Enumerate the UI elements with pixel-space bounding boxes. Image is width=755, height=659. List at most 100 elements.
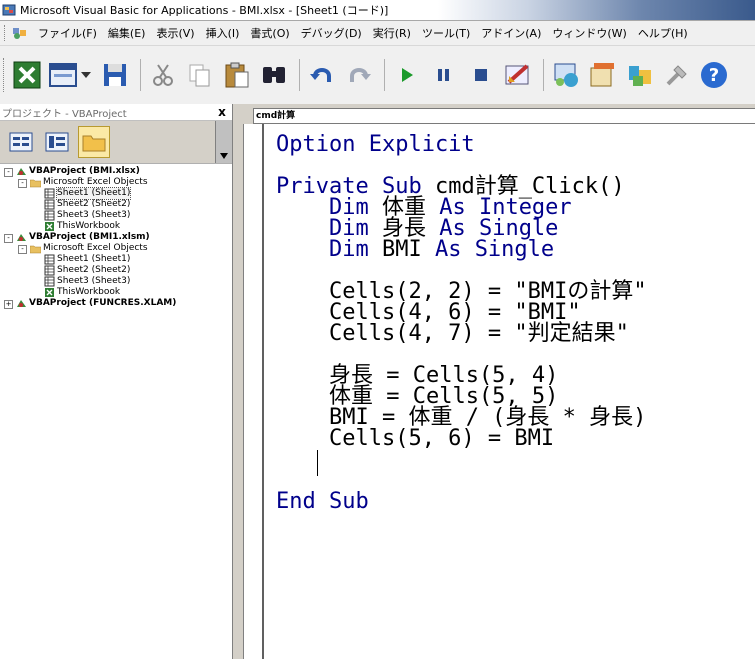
toolbar-separator <box>140 59 141 91</box>
run-icon[interactable] <box>390 58 424 92</box>
tree-node-label[interactable]: VBAProject (BMI1.xlsm) <box>29 232 150 243</box>
tree-node[interactable]: ThisWorkbook <box>0 221 232 232</box>
menu-item-3[interactable]: 挿入(I) <box>202 25 244 41</box>
code-window: cmd計算 Option Explicit Private Sub cmd計算_C… <box>233 104 755 659</box>
tree-node[interactable]: - VBAProject (BMI1.xlsm) <box>0 232 232 243</box>
code-line[interactable] <box>276 470 647 491</box>
project-explorer-icon[interactable] <box>549 58 583 92</box>
menu-item-0[interactable]: ファイル(F) <box>34 25 101 41</box>
code-line[interactable]: Dim 体重 As Integer <box>276 197 647 219</box>
design-mode-icon[interactable] <box>501 58 535 92</box>
menubar-grip[interactable] <box>4 25 8 41</box>
tree-node[interactable]: + VBAProject (FUNCRES.XLAM) <box>0 298 232 309</box>
paste-icon[interactable] <box>220 58 254 92</box>
project-panel-toolbar <box>0 121 232 164</box>
code-line[interactable] <box>276 260 647 281</box>
project-panel-title: プロジェクト - VBAProject <box>2 108 127 120</box>
properties-icon[interactable] <box>586 58 620 92</box>
view-object-icon[interactable] <box>42 127 72 157</box>
tree-node[interactable]: - VBAProject (BMI.xlsx) <box>0 166 232 177</box>
expand-icon[interactable]: + <box>4 300 13 309</box>
menu-item-8[interactable]: アドイン(A) <box>477 25 545 41</box>
break-icon[interactable] <box>427 58 461 92</box>
tree-node-label[interactable]: Microsoft Excel Objects <box>43 243 148 254</box>
tree-node[interactable]: Sheet2 (Sheet2) <box>0 265 232 276</box>
tree-node-label[interactable]: Sheet2 (Sheet2) <box>57 199 130 210</box>
tree-node[interactable]: Sheet2 (Sheet2) <box>0 199 232 210</box>
menu-item-7[interactable]: ツール(T) <box>418 25 474 41</box>
copy-icon[interactable] <box>183 58 217 92</box>
tree-node-label[interactable]: Microsoft Excel Objects <box>43 177 148 188</box>
reset-icon[interactable] <box>464 58 498 92</box>
menu-item-6[interactable]: 実行(R) <box>369 25 415 41</box>
code-line[interactable]: Dim 身長 As Single <box>276 218 647 240</box>
tree-node[interactable]: ThisWorkbook <box>0 287 232 298</box>
tree-node-label[interactable]: VBAProject (FUNCRES.XLAM) <box>29 298 176 309</box>
tree-node-label[interactable]: Sheet2 (Sheet2) <box>57 265 130 276</box>
tree-node-label[interactable]: ThisWorkbook <box>57 287 120 298</box>
code-editor[interactable]: Option Explicit Private Sub cmd計算_Click()… <box>243 124 755 659</box>
tree-node-label[interactable]: Sheet3 (Sheet3) <box>57 276 130 287</box>
find-icon[interactable] <box>257 58 291 92</box>
tree-node[interactable]: Sheet3 (Sheet3) <box>0 276 232 287</box>
toolbox-icon[interactable] <box>660 58 694 92</box>
excel-icon[interactable] <box>10 58 44 92</box>
vba-app-icon[interactable] <box>2 3 16 17</box>
undo-icon[interactable] <box>305 58 339 92</box>
tree-node[interactable]: - Microsoft Excel Objects <box>0 177 232 188</box>
code-text[interactable]: Option Explicit Private Sub cmd計算_Click()… <box>276 134 647 514</box>
code-line[interactable]: Dim BMI As Single <box>276 239 647 261</box>
margin-indicator-bar[interactable] <box>244 124 264 659</box>
tree-node-label[interactable]: Sheet3 (Sheet3) <box>57 210 130 221</box>
code-line[interactable] <box>276 155 647 176</box>
collapse-icon[interactable]: - <box>18 245 27 254</box>
panel-toolbar-scroll[interactable] <box>215 121 232 163</box>
toolbar-grip[interactable] <box>3 58 7 92</box>
collapse-icon[interactable]: - <box>4 168 13 177</box>
collapse-icon[interactable]: - <box>4 234 13 243</box>
code-line[interactable]: Cells(5, 6) = BMI <box>276 428 647 450</box>
close-icon[interactable]: x <box>215 105 229 119</box>
code-line[interactable]: 身長 = Cells(5, 4) <box>276 365 647 387</box>
menu-item-9[interactable]: ウィンドウ(W) <box>548 25 630 41</box>
code-keyword: End Sub <box>276 489 369 514</box>
tree-node-label[interactable]: Sheet1 (Sheet1) <box>55 187 132 200</box>
code-line[interactable]: End Sub <box>276 489 647 514</box>
tree-node-label[interactable]: ThisWorkbook <box>57 221 120 232</box>
tree-node[interactable]: Sheet1 (Sheet1) <box>0 187 232 200</box>
code-line[interactable]: BMI = 体重 / (身長 * 身長) <box>276 407 647 429</box>
toolbar-separator <box>299 59 300 91</box>
code-line[interactable]: Option Explicit <box>276 134 647 156</box>
toggle-folders-icon[interactable] <box>78 126 110 158</box>
cut-icon[interactable] <box>146 58 180 92</box>
insert-userform-icon[interactable] <box>47 58 95 92</box>
code-line[interactable]: 体重 = Cells(5, 5) <box>276 386 647 408</box>
menu-item-10[interactable]: ヘルプ(H) <box>634 25 692 41</box>
code-line[interactable]: Cells(4, 7) = "判定結果" <box>276 323 647 345</box>
code-line[interactable]: Cells(4, 6) = "BMI" <box>276 302 647 324</box>
toolbar-separator <box>384 59 385 91</box>
menu-item-1[interactable]: 編集(E) <box>104 25 150 41</box>
object-browser-icon[interactable] <box>623 58 657 92</box>
toolbar-separator <box>543 59 544 91</box>
tree-node-label[interactable]: Sheet1 (Sheet1) <box>57 254 130 265</box>
tree-node[interactable]: - Microsoft Excel Objects <box>0 243 232 254</box>
object-combo[interactable]: cmd計算 <box>253 108 755 124</box>
menu-item-5[interactable]: デバッグ(D) <box>297 25 366 41</box>
redo-icon[interactable] <box>342 58 376 92</box>
vbe-menu-icon[interactable] <box>12 26 28 40</box>
code-line[interactable] <box>276 344 647 365</box>
view-code-icon[interactable] <box>6 127 36 157</box>
tree-node-label[interactable]: VBAProject (BMI.xlsx) <box>29 166 140 177</box>
collapse-icon[interactable]: - <box>18 179 27 188</box>
code-line[interactable]: Cells(2, 2) = "BMIの計算" <box>276 281 647 303</box>
window-title: Microsoft Visual Basic for Applications … <box>20 4 389 17</box>
help-icon[interactable]: ? <box>697 58 731 92</box>
menu-item-2[interactable]: 表示(V) <box>152 25 198 41</box>
tree-node[interactable]: Sheet1 (Sheet1) <box>0 254 232 265</box>
tree-node[interactable]: Sheet3 (Sheet3) <box>0 210 232 221</box>
menu-item-4[interactable]: 書式(O) <box>246 25 293 41</box>
save-icon[interactable] <box>98 58 132 92</box>
code-line[interactable] <box>276 449 647 470</box>
code-line[interactable]: Private Sub cmd計算_Click() <box>276 176 647 198</box>
